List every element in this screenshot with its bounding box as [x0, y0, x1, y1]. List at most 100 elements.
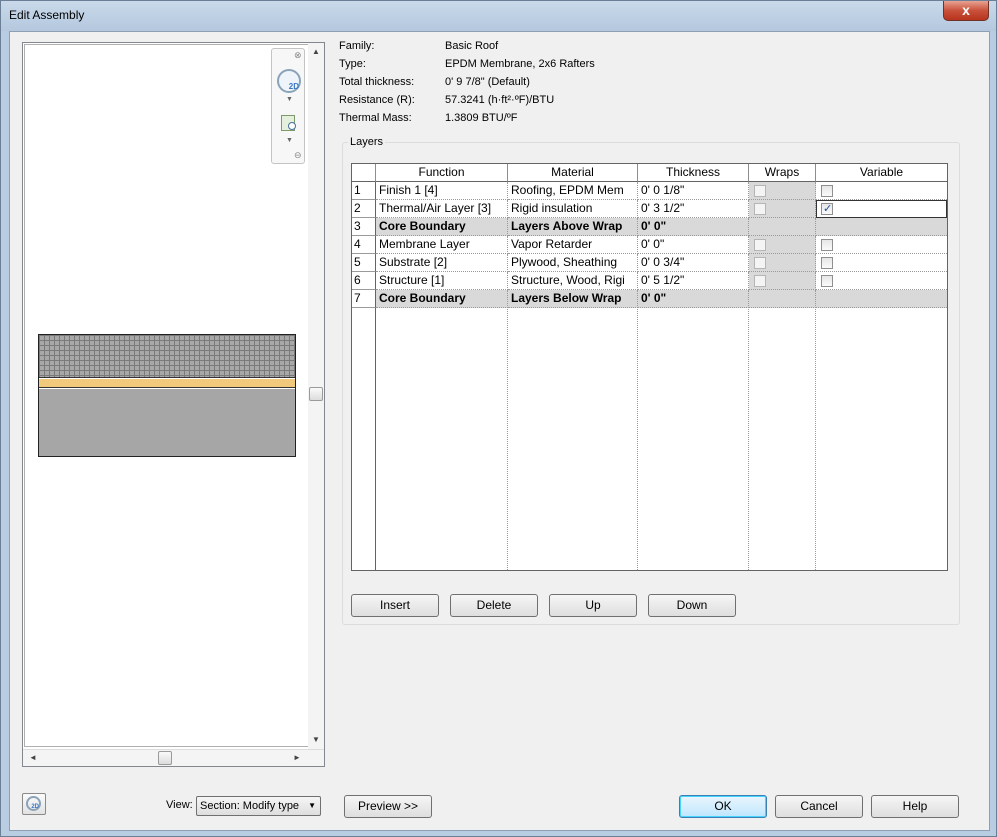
- function-cell[interactable]: Substrate [2]: [376, 254, 508, 272]
- variable-cell[interactable]: [816, 200, 947, 218]
- wraps-checkbox: [754, 185, 766, 197]
- move-up-button[interactable]: Up: [549, 594, 637, 617]
- view-2d-button[interactable]: 2D: [22, 793, 46, 815]
- horizontal-scroll-thumb[interactable]: [158, 751, 172, 765]
- wheel-2d-icon: 2D: [26, 796, 41, 811]
- chevron-down-icon[interactable]: ▼: [286, 137, 293, 144]
- column-header-wraps[interactable]: Wraps: [749, 164, 816, 182]
- wraps-checkbox: [754, 257, 766, 269]
- variable-cell[interactable]: [816, 272, 947, 290]
- zoom-icon[interactable]: [281, 115, 296, 131]
- material-cell[interactable]: Roofing, EPDM Mem: [508, 182, 638, 200]
- table-row[interactable]: 4 Membrane Layer Vapor Retarder 0' 0": [352, 236, 947, 254]
- preview-canvas[interactable]: ⊗ 2D ▼ ▼ ⊖: [24, 44, 309, 747]
- variable-checkbox-checked[interactable]: [821, 201, 833, 217]
- info-row-type: Type: EPDM Membrane, 2x6 Rafters: [339, 58, 595, 70]
- close-nav-icon[interactable]: ⊗: [294, 50, 302, 61]
- view-select[interactable]: Section: Modify type ▼: [196, 796, 321, 816]
- thickness-cell[interactable]: 0' 3 1/2": [638, 200, 749, 218]
- variable-checkbox[interactable]: [821, 185, 833, 197]
- cancel-button[interactable]: Cancel: [775, 795, 863, 818]
- material-cell[interactable]: Vapor Retarder: [508, 236, 638, 254]
- thickness-cell[interactable]: 0' 0": [638, 236, 749, 254]
- variable-cell[interactable]: [816, 236, 947, 254]
- table-row[interactable]: 2 Thermal/Air Layer [3] Rigid insulation…: [352, 200, 947, 218]
- material-cell[interactable]: Layers Below Wrap: [508, 290, 638, 308]
- wraps-checkbox: [754, 275, 766, 287]
- material-cell[interactable]: Layers Above Wrap: [508, 218, 638, 236]
- function-cell[interactable]: Membrane Layer: [376, 236, 508, 254]
- scroll-up-icon[interactable]: ▲: [312, 47, 320, 56]
- preview-horizontal-scrollbar[interactable]: ◄ ►: [23, 749, 324, 766]
- roofing-layer-hatch: [39, 335, 295, 378]
- insulation-layer-hatch: [39, 379, 295, 388]
- edit-assembly-dialog: Edit Assembly x ⊗ 2D ▼ ▼ ⊖ ▲ ▼ ◄ ► Famil…: [0, 0, 997, 837]
- variable-cell: [816, 218, 947, 236]
- nav-options-icon[interactable]: ⊖: [294, 150, 302, 161]
- roof-section-drawing: [38, 334, 296, 457]
- wraps-checkbox: [754, 203, 766, 215]
- scroll-right-icon[interactable]: ►: [293, 753, 301, 762]
- view-select-value: Section: Modify type: [200, 800, 300, 812]
- chevron-down-icon[interactable]: ▼: [286, 96, 293, 103]
- table-row-core-boundary[interactable]: 7 Core Boundary Layers Below Wrap 0' 0": [352, 290, 947, 308]
- title-bar[interactable]: Edit Assembly x: [1, 1, 996, 31]
- column-header-material[interactable]: Material: [508, 164, 638, 182]
- function-cell[interactable]: Structure [1]: [376, 272, 508, 290]
- ok-button[interactable]: OK: [679, 795, 767, 818]
- preview-toggle-button[interactable]: Preview >>: [344, 795, 432, 818]
- thickness-cell[interactable]: 0' 0 3/4": [638, 254, 749, 272]
- thickness-cell[interactable]: 0' 0": [638, 290, 749, 308]
- variable-checkbox[interactable]: [821, 275, 833, 287]
- scroll-down-icon[interactable]: ▼: [312, 735, 320, 744]
- material-cell[interactable]: Plywood, Sheathing: [508, 254, 638, 272]
- insert-button[interactable]: Insert: [351, 594, 439, 617]
- function-cell[interactable]: Finish 1 [4]: [376, 182, 508, 200]
- thickness-cell[interactable]: 0' 0": [638, 218, 749, 236]
- wraps-cell: [749, 254, 816, 272]
- info-row-resistance: Resistance (R): 57.3241 (h·ft²·ºF)/BTU: [339, 94, 555, 106]
- layers-group-label: Layers: [348, 136, 386, 148]
- preview-pane[interactable]: ⊗ 2D ▼ ▼ ⊖ ▲ ▼ ◄ ►: [22, 42, 325, 767]
- variable-cell[interactable]: [816, 254, 947, 272]
- move-down-button[interactable]: Down: [648, 594, 736, 617]
- table-row[interactable]: 5 Substrate [2] Plywood, Sheathing 0' 0 …: [352, 254, 947, 272]
- thickness-cell[interactable]: 0' 5 1/2": [638, 272, 749, 290]
- info-row-thermal-mass: Thermal Mass: 1.3809 BTU/ºF: [339, 112, 518, 124]
- info-row-family: Family: Basic Roof: [339, 40, 499, 52]
- row-number-header[interactable]: [352, 164, 376, 182]
- vertical-scroll-thumb[interactable]: [309, 387, 323, 401]
- column-header-variable[interactable]: Variable: [816, 164, 947, 182]
- column-header-thickness[interactable]: Thickness: [638, 164, 749, 182]
- thickness-cell[interactable]: 0' 0 1/8": [638, 182, 749, 200]
- structure-layer-hatch: [39, 389, 295, 456]
- function-cell[interactable]: Core Boundary: [376, 290, 508, 308]
- table-row-core-boundary[interactable]: 3 Core Boundary Layers Above Wrap 0' 0": [352, 218, 947, 236]
- dialog-body: ⊗ 2D ▼ ▼ ⊖ ▲ ▼ ◄ ► Family: Basic Roof Ty…: [9, 31, 990, 831]
- layers-table[interactable]: Function Material Thickness Wraps Variab…: [351, 163, 948, 571]
- wraps-cell: [749, 236, 816, 254]
- material-cell[interactable]: Rigid insulation: [508, 200, 638, 218]
- layers-group: Layers Function Material Thickness Wraps…: [342, 136, 960, 625]
- wraps-cell: [749, 272, 816, 290]
- wraps-cell: [749, 200, 816, 218]
- variable-checkbox[interactable]: [821, 257, 833, 269]
- variable-cell[interactable]: [816, 182, 947, 200]
- column-header-function[interactable]: Function: [376, 164, 508, 182]
- variable-checkbox[interactable]: [821, 239, 833, 251]
- preview-vertical-scrollbar[interactable]: ▲ ▼: [308, 43, 324, 750]
- delete-button[interactable]: Delete: [450, 594, 538, 617]
- function-cell[interactable]: Core Boundary: [376, 218, 508, 236]
- help-button[interactable]: Help: [871, 795, 959, 818]
- view-label: View:: [166, 799, 193, 811]
- close-button[interactable]: x: [943, 1, 989, 21]
- function-cell[interactable]: Thermal/Air Layer [3]: [376, 200, 508, 218]
- wheel-2d-icon[interactable]: 2D: [277, 69, 301, 93]
- variable-cell: [816, 290, 947, 308]
- dialog-title: Edit Assembly: [9, 8, 85, 22]
- scroll-left-icon[interactable]: ◄: [29, 753, 37, 762]
- material-cell[interactable]: Structure, Wood, Rigi: [508, 272, 638, 290]
- table-row[interactable]: 6 Structure [1] Structure, Wood, Rigi 0'…: [352, 272, 947, 290]
- table-row[interactable]: 1 Finish 1 [4] Roofing, EPDM Mem 0' 0 1/…: [352, 182, 947, 200]
- wraps-checkbox: [754, 239, 766, 251]
